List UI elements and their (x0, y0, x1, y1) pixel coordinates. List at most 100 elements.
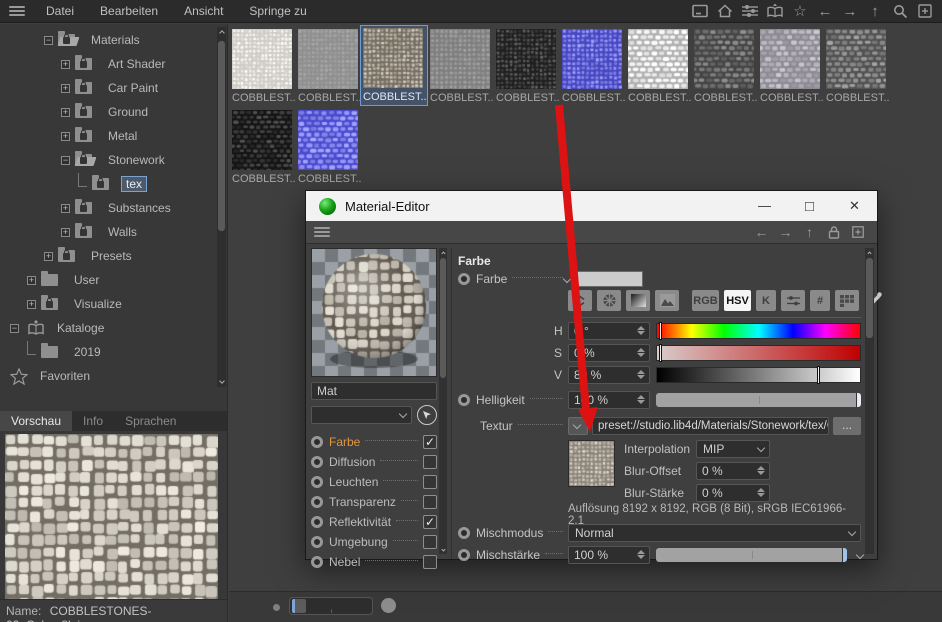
stepper[interactable] (637, 369, 646, 380)
tree-item-label[interactable]: Kataloge (53, 320, 108, 336)
menu-icon[interactable] (9, 4, 25, 18)
thumbnail-12[interactable]: COBBLEST.. (298, 110, 360, 185)
library-icon[interactable] (766, 3, 784, 19)
slider-handle[interactable] (292, 599, 306, 613)
channel-label[interactable]: Transparenz (329, 495, 396, 509)
menu-item-bearbeiten[interactable]: Bearbeiten (87, 1, 171, 21)
close-button[interactable]: ✕ (832, 197, 877, 215)
compact-mode-icon[interactable] (568, 290, 592, 311)
tree-item-label[interactable]: tex (121, 176, 147, 192)
saturation-marker[interactable] (659, 344, 662, 362)
thumbnail-image[interactable] (232, 29, 292, 89)
favorite-icon[interactable]: ☆ (791, 3, 809, 19)
value-field[interactable]: 80 % (568, 366, 650, 384)
preview-type-dropdown[interactable] (311, 406, 412, 424)
spectrum-icon[interactable] (626, 290, 650, 311)
thumbnail-8[interactable]: COBBLEST.. (694, 29, 756, 104)
tree-item-label[interactable]: Favoriten (36, 368, 94, 384)
tree-item-presets[interactable]: +Presets (0, 244, 215, 268)
channel-label[interactable]: Leuchten (329, 475, 378, 489)
tree-item-label[interactable]: Materials (87, 32, 144, 48)
thumbnail-size-slider[interactable] (289, 597, 373, 615)
tree-item-materials[interactable]: −Materials (0, 28, 215, 52)
thumbnail-3[interactable]: COBBLEST.. (361, 26, 427, 105)
expand-icon[interactable]: + (27, 276, 36, 285)
tree-item-label[interactable]: Walls (104, 224, 141, 240)
tree-item-label[interactable]: Car Paint (104, 80, 162, 96)
channel-label[interactable]: Reflektivität (329, 515, 391, 529)
tree-item-2019[interactable]: 2019 (0, 340, 215, 364)
color-swatch[interactable] (576, 271, 643, 287)
channel-checkbox[interactable] (423, 455, 437, 469)
blur-strength-field[interactable]: 0 % (696, 484, 770, 502)
stepper[interactable] (637, 394, 646, 405)
expand-icon[interactable]: + (61, 108, 70, 117)
tree-item-label[interactable]: Visualize (70, 296, 126, 312)
menu-item-springe-zu[interactable]: Springe zu (236, 1, 319, 21)
saturation-field[interactable]: 0 % (568, 344, 650, 362)
hex-mode-button[interactable]: # (810, 290, 830, 311)
tree-item-label[interactable]: Substances (104, 200, 175, 216)
thumbnail-image[interactable] (232, 110, 292, 170)
mix-strength-slider[interactable] (656, 548, 847, 562)
channel-label[interactable]: Nebel (329, 555, 360, 569)
minimize-button[interactable]: — (742, 197, 787, 215)
tree-item-label[interactable]: Art Shader (104, 56, 169, 72)
tree-item-stonework[interactable]: −Stonework (0, 148, 215, 172)
tree-item-label[interactable]: User (70, 272, 103, 288)
tree-item-kataloge[interactable]: −Kataloge (0, 316, 215, 340)
channel-state-icon[interactable] (458, 273, 470, 285)
thumbnail-6[interactable]: COBBLEST.. (562, 29, 624, 104)
value-bar[interactable] (656, 367, 861, 383)
tree-item-user[interactable]: + User (0, 268, 215, 292)
browse-button[interactable]: ... (833, 417, 861, 435)
thumbnail-image[interactable] (430, 29, 490, 89)
channel-checkbox[interactable] (423, 555, 437, 569)
thumbnail-image[interactable] (298, 29, 358, 89)
history-forward-icon[interactable]: → (778, 224, 793, 240)
channel-state-icon[interactable] (311, 556, 323, 568)
forward-icon[interactable]: → (841, 3, 859, 19)
channel-state-icon[interactable] (311, 516, 323, 528)
thumbnail-2[interactable]: COBBLEST.. (298, 29, 360, 104)
channel-checkbox[interactable] (423, 535, 437, 549)
channel-checkbox[interactable]: ✓ (423, 435, 437, 449)
channel-label[interactable]: Diffusion (329, 455, 375, 469)
stepper[interactable] (757, 465, 766, 476)
image-icon[interactable] (655, 290, 679, 311)
tree-item-car-paint[interactable]: + Car Paint (0, 76, 215, 100)
thumbnail-5[interactable]: COBBLEST.. (496, 29, 558, 104)
thumbnail-10[interactable]: COBBLEST.. (826, 29, 888, 104)
thumbnail-image[interactable] (694, 29, 754, 89)
thumbnail-image[interactable] (496, 29, 556, 89)
thumbnail-image[interactable] (363, 28, 423, 88)
thumbnail-4[interactable]: COBBLEST.. (430, 29, 492, 104)
tree-item-visualize[interactable]: +Visualize (0, 292, 215, 316)
thumbnail-image[interactable] (562, 29, 622, 89)
pick-object-button[interactable] (417, 405, 437, 425)
color-wheel-icon[interactable] (597, 290, 621, 311)
channel-state-icon[interactable] (311, 436, 323, 448)
saturation-bar[interactable] (656, 345, 861, 361)
tree-item-label[interactable]: Metal (104, 128, 141, 144)
texture-path-field[interactable]: preset://studio.lib4d/Materials/Stonewor… (592, 417, 829, 435)
editor-titlebar[interactable]: Material-Editor — □ ✕ (306, 191, 877, 221)
channel-checkbox[interactable] (423, 495, 437, 509)
tree-item-label[interactable]: Stonework (104, 152, 169, 168)
blur-offset-field[interactable]: 0 % (696, 462, 770, 480)
brightness-field[interactable]: 100 % (568, 391, 650, 409)
filter-settings-icon[interactable] (741, 3, 759, 19)
value-marker[interactable] (817, 366, 820, 384)
tab-vorschau[interactable]: Vorschau (0, 411, 72, 431)
parent-up-icon[interactable]: ↑ (802, 224, 817, 240)
tree-item-label[interactable]: Presets (87, 248, 136, 264)
hsv-mode-button[interactable]: HSV (724, 290, 751, 311)
expand-icon[interactable]: + (61, 84, 70, 93)
channel-label[interactable]: Umgebung (329, 535, 388, 549)
texture-dropdown-button[interactable] (568, 417, 588, 435)
stepper[interactable] (637, 347, 646, 358)
menu-item-datei[interactable]: Datei (33, 1, 87, 21)
thumbnail-image[interactable] (298, 110, 358, 170)
search-icon[interactable] (891, 3, 909, 19)
tree-item-ground[interactable]: +Ground (0, 100, 215, 124)
